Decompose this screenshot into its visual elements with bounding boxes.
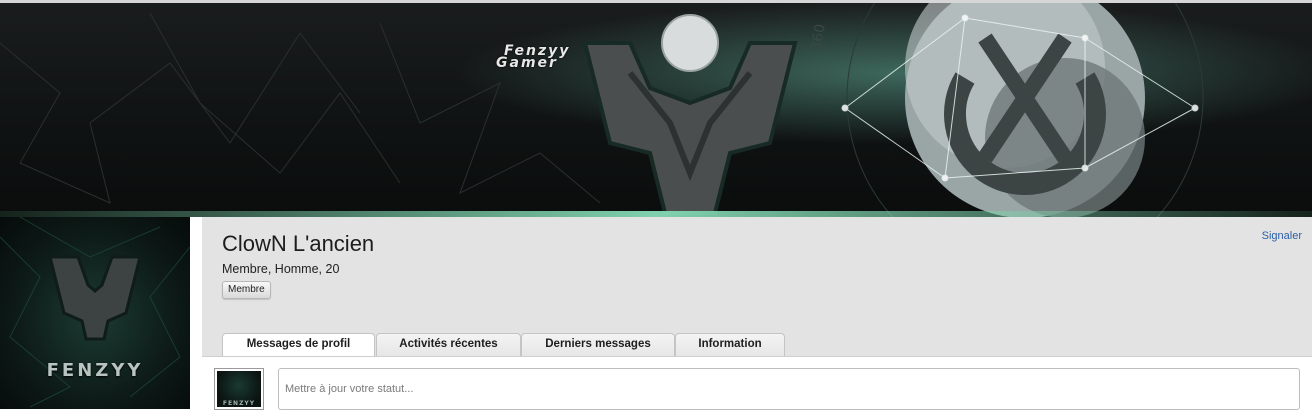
- status-avatar-image: FENZYY: [217, 371, 261, 407]
- gutter: [190, 217, 202, 409]
- tab-information[interactable]: Information: [675, 333, 785, 356]
- cover-artwork: 360: [0, 3, 1204, 217]
- tab-content: FENZYY: [202, 356, 1312, 410]
- tab-latest-posts[interactable]: Derniers messages: [521, 333, 675, 356]
- user-info: Membre, Homme, 20: [222, 262, 340, 276]
- profile-header: ClowN L'ancien Membre, Homme, 20 Membre …: [202, 217, 1312, 410]
- sphere: [841, 3, 1204, 217]
- ring-label: 360: [808, 23, 828, 52]
- status-avatar[interactable]: FENZYY: [214, 368, 264, 410]
- cover-image: 360 Fenzyy Gamer: [0, 3, 1312, 217]
- logo-left: [582, 14, 798, 215]
- status-avatar-label: FENZYY: [222, 400, 256, 407]
- report-link[interactable]: Signaler: [1262, 230, 1302, 242]
- avatar-label: FENZYY: [46, 360, 144, 381]
- user-title-badge: Membre: [222, 281, 271, 299]
- profile-avatar[interactable]: FENZYY: [0, 217, 190, 409]
- tab-recent-activity[interactable]: Activités récentes: [376, 333, 521, 356]
- tab-profile-posts[interactable]: Messages de profil: [222, 333, 375, 358]
- username: ClowN L'ancien: [222, 231, 375, 256]
- status-input[interactable]: [278, 368, 1300, 410]
- cover-title-line2: Gamer: [496, 55, 558, 71]
